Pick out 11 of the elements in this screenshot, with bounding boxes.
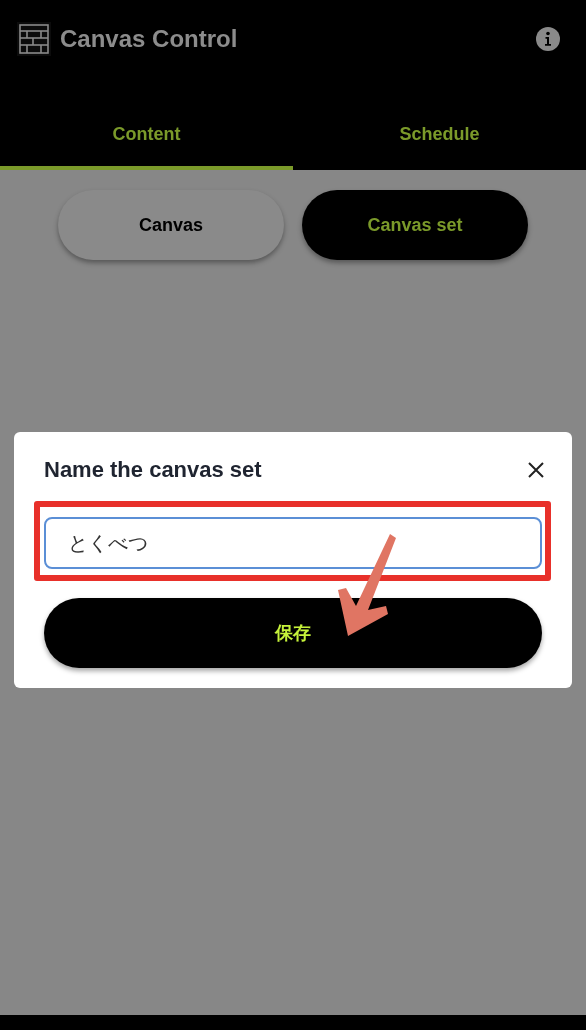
toggle-button[interactable]: Canvas set — [302, 190, 528, 260]
toggle-button[interactable]: Canvas — [58, 190, 284, 260]
brick-wall-icon — [16, 21, 52, 57]
close-icon[interactable] — [527, 460, 545, 479]
info-icon[interactable] — [536, 27, 560, 51]
tab[interactable]: Content — [0, 102, 293, 170]
save-button[interactable]: 保存 — [44, 598, 542, 668]
app-title: Canvas Control — [60, 25, 238, 53]
dialog-title: Name the canvas set — [44, 456, 262, 483]
name-input-field[interactable]: とくべつ — [44, 517, 542, 569]
tab[interactable]: Schedule — [293, 102, 586, 170]
